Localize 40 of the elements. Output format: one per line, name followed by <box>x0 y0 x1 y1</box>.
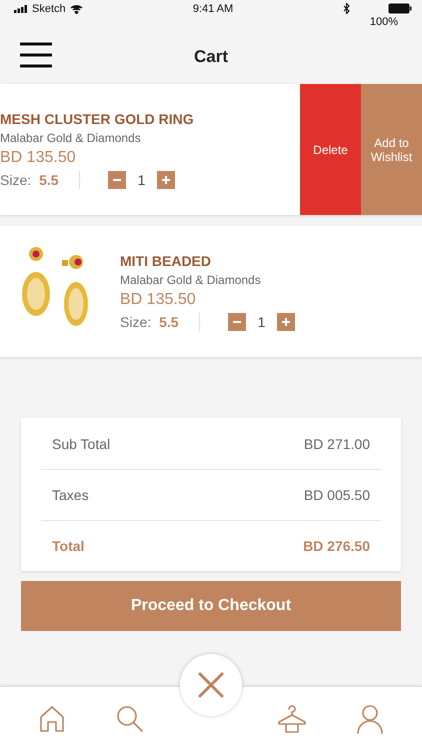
summary-label: Total <box>52 538 84 554</box>
close-button[interactable] <box>180 654 242 716</box>
increase-button[interactable] <box>157 170 176 188</box>
close-icon <box>198 672 224 698</box>
status-time: 9:41 AM <box>192 3 234 15</box>
summary-value: BD 005.50 <box>304 487 370 503</box>
summary-label: Sub Total <box>52 436 110 452</box>
checkout-button[interactable]: Proceed to Checkout <box>21 581 401 631</box>
size-value: 5.5 <box>39 172 59 188</box>
summary-value: BD 276.50 <box>303 538 370 554</box>
carrier-name: Sketch <box>32 3 66 15</box>
battery-icon <box>388 3 412 14</box>
decrease-button[interactable] <box>228 312 246 330</box>
summary-value: BD 271.00 <box>304 436 370 452</box>
hanger-icon[interactable] <box>276 702 308 734</box>
signal-icon <box>14 5 28 13</box>
size-label: Size: <box>120 314 152 330</box>
profile-icon[interactable] <box>354 702 386 734</box>
brand-name: Malabar Gold & Diamonds <box>120 272 262 286</box>
brand-name: Malabar Gold & Diamonds <box>0 130 142 144</box>
menu-button[interactable] <box>20 41 52 69</box>
quantity-value: 1 <box>256 314 266 330</box>
size-value: 5.5 <box>159 314 179 330</box>
product-name: MITI BEADED <box>120 252 212 268</box>
page-title: Cart <box>194 47 228 67</box>
product-name: MESH CLUSTER GOLD RING <box>0 110 195 126</box>
battery-percentage: 100% <box>370 16 398 28</box>
summary-label: Taxes <box>52 487 89 503</box>
product-price: BD 135.50 <box>120 290 197 308</box>
size-label: Size: <box>0 172 32 188</box>
add-to-wishlist-button[interactable]: Add to Wishlist <box>361 84 422 215</box>
delete-button[interactable]: Delete <box>300 84 361 215</box>
increase-button[interactable] <box>277 312 296 330</box>
product-price: BD 135.50 <box>0 148 77 166</box>
bluetooth-icon <box>342 3 350 14</box>
plus-icon <box>281 316 292 326</box>
quantity-value: 1 <box>136 172 146 188</box>
decrease-button[interactable] <box>108 170 126 188</box>
wifi-icon <box>70 4 83 14</box>
plus-icon <box>161 174 172 184</box>
